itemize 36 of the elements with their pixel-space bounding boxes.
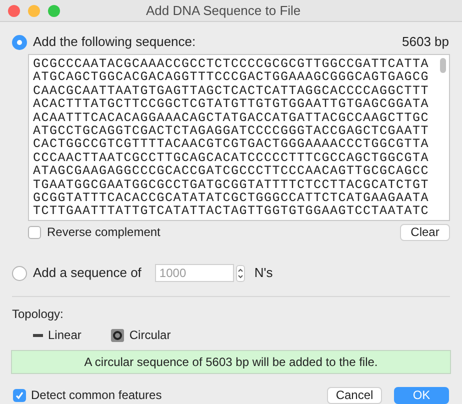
radio-button[interactable] [12,266,27,280]
window-title: Add DNA Sequence to File [146,2,301,20]
sequence-line: CAACGCAATTAATGTGAGTTAGCTCACTCATTAGGCACCCCAGGCTTT [33,84,430,98]
sequence-line: TCTTGAATTTATTGTCATATTACTAGTTGGTGTGGAAGTCCTAATATC [33,205,430,219]
count-field[interactable]: 1000 [155,264,234,282]
sequence-line: ATGCCTGCAGGTCGACTCTAGAGGATCCCCGGGTACCGAGCTCGAATT [33,125,430,138]
close-button[interactable] [8,4,20,16]
checkbox[interactable] [28,226,41,238]
sequence-field[interactable] [28,54,450,221]
unit-label: N's [254,264,273,282]
sequence-line: GCGGTATTTCACACCGCATATATCGCTGGGCCATTCTCATGAAGAATA [33,192,430,206]
checkbox-label: Reverse complement [47,224,160,241]
radio-button[interactable] [12,34,27,50]
sequence-line: GCGCCCAATACGCAAACCGCCTCTCCCCGCGCGTTGGCCGATTCATTA [33,58,430,72]
topology-label: Topology: [12,306,64,323]
topology-option[interactable]: Linear [48,326,82,344]
sequence-line: ACAATTTCACACAGGAAACAGCTATGACCATGATTACGCCAAGCTTGC [33,112,430,126]
status-message: A circular sequence of 5603 bp will be added to the file. [11,350,451,374]
sequence-line: ATGCAGCTGGCACGACAGGTTTCCCGACTGGAAAGCGGGCAGTGAGCG [33,71,430,85]
clear-button[interactable]: Clear [400,224,450,240]
sequence-line: CACTGGCCGTCGTTTTACAACGTCGTGACTGGGAAAACCCTGGCGTTA [33,138,430,152]
option-label: Add a sequence of [33,264,142,282]
topology-option[interactable]: Circular [129,326,171,344]
option-label: Add the following sequence: [33,33,196,52]
sequence-line: ATAGCGAAGAGGCCCGCACCGATCGCCCTTCCCAACAGTTGCGCAGCC [33,165,430,179]
circle-icon[interactable] [111,328,124,342]
sequence-line: TGAATGGCGAATGGCGCCTGATGCGGTATTTTCTCCTTACGCATCTGT [33,178,430,192]
stepper[interactable] [236,264,246,282]
checkbox[interactable] [13,388,26,402]
sequence-line: CCCAACTTAATCGCCTTGCAGCACATCCCCCTTTCGCCAGCTGGCGTA [33,152,430,166]
scrollbar-thumb[interactable] [440,58,446,73]
checkbox-label: Detect common features [31,387,162,404]
zoom-button[interactable] [48,4,60,16]
sequence-line: ACACTTTATGCTTCCGGCTCGTATGTTGTGTGGAATTGTGAGCGGATA [33,98,430,112]
sequence-length: 5603 bp [402,33,449,52]
dialog-button[interactable]: Cancel [327,386,382,404]
